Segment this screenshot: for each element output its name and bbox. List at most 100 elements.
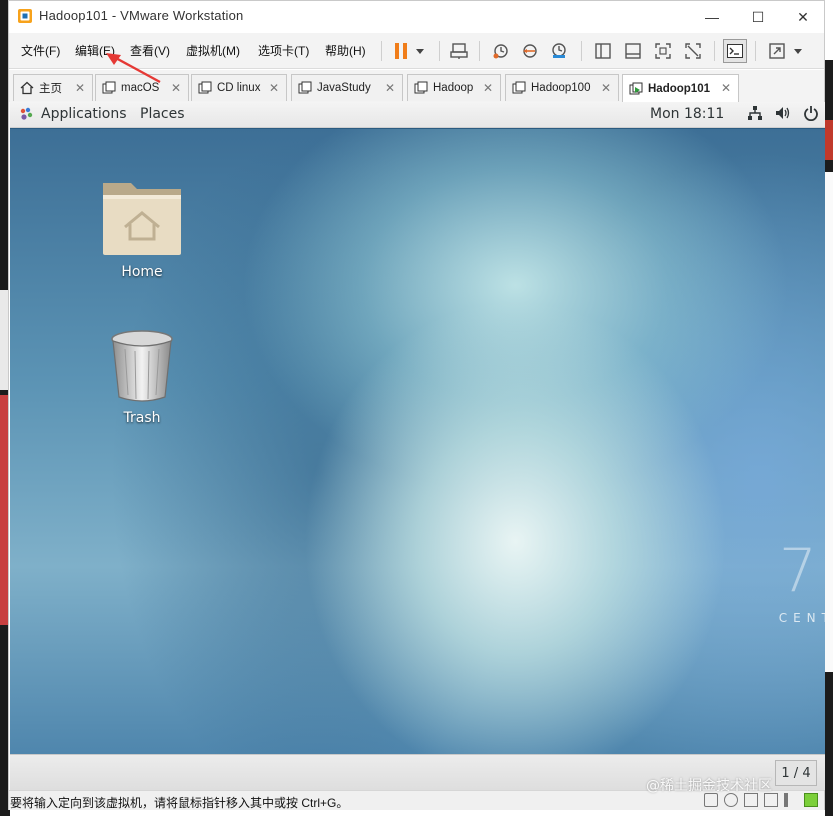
- places-menu[interactable]: Places: [140, 106, 185, 122]
- watermark: @稀土掘金技术社区: [646, 778, 772, 794]
- vmware-logo-icon: [18, 9, 32, 23]
- toolbar-separator: [581, 41, 582, 61]
- stretch-guest-button[interactable]: [765, 39, 789, 63]
- close-tab-icon[interactable]: ✕: [171, 81, 181, 95]
- system-status-area[interactable]: [747, 105, 819, 121]
- title-bar[interactable]: Hadoop101 - VMware Workstation — ☐ ✕: [9, 1, 824, 33]
- unity-button[interactable]: [681, 39, 705, 63]
- vm-icon: [512, 81, 526, 94]
- pause-icon: [395, 43, 407, 59]
- tab-label: Hadoop101: [648, 82, 710, 95]
- thumbnail-icon: [625, 43, 641, 59]
- centos-wordmark: CENT: [778, 611, 825, 625]
- usb-icon[interactable]: [764, 793, 778, 807]
- hard-disk-icon[interactable]: [704, 793, 718, 807]
- background-right-edge: [825, 60, 833, 816]
- background-window-fragment: [825, 120, 833, 160]
- send-ctrl-alt-del-button[interactable]: [447, 39, 471, 63]
- minimize-icon: —: [705, 9, 719, 25]
- vmware-window: Hadoop101 - VMware Workstation — ☐ ✕ 文件(…: [8, 0, 825, 810]
- centos-version-numeral: 7: [778, 536, 817, 606]
- home-icon: [20, 81, 34, 95]
- tab-home[interactable]: 主页 ✕: [13, 74, 93, 101]
- stretch-dropdown-button[interactable]: [791, 39, 805, 63]
- library-icon: [595, 43, 611, 59]
- workspace-indicator[interactable]: 1 / 4: [775, 760, 817, 786]
- menu-tabs[interactable]: 选项卡(T): [258, 42, 309, 59]
- pause-button[interactable]: [389, 39, 413, 63]
- applications-menu[interactable]: Applications: [18, 106, 127, 122]
- volume-icon: [776, 107, 790, 119]
- sound-icon[interactable]: [784, 793, 798, 807]
- tab-hadoop[interactable]: Hadoop ✕: [407, 74, 501, 101]
- fullscreen-button[interactable]: [651, 39, 675, 63]
- close-tab-icon[interactable]: ✕: [385, 81, 395, 95]
- unity-icon: [685, 43, 701, 59]
- vm-icon: [298, 81, 312, 94]
- desktop-icon-label: Home: [121, 264, 163, 280]
- vm-display[interactable]: Applications Places Mon 18:11 Home Trash…: [10, 102, 825, 754]
- take-snapshot-button[interactable]: [489, 39, 513, 63]
- close-tab-icon[interactable]: ✕: [721, 81, 731, 95]
- applications-label: Applications: [41, 106, 127, 122]
- revert-snapshot-button[interactable]: [518, 39, 542, 63]
- vm-icon: [198, 81, 212, 94]
- tab-hadoop100[interactable]: Hadoop100 ✕: [505, 74, 619, 101]
- tab-javastudy[interactable]: JavaStudy ✕: [291, 74, 403, 101]
- maximize-button[interactable]: ☐: [735, 1, 781, 33]
- show-library-button[interactable]: [591, 39, 615, 63]
- gnome-top-bar: Applications Places Mon 18:11: [10, 102, 825, 128]
- snapshot-icon: [493, 44, 508, 59]
- tab-hadoop101[interactable]: Hadoop101 ✕: [622, 74, 739, 102]
- toolbar-separator: [755, 41, 756, 61]
- desktop-icon-trash[interactable]: Trash: [87, 329, 197, 426]
- tab-label: JavaStudy: [317, 82, 371, 94]
- desktop-icon-home[interactable]: Home: [87, 175, 197, 280]
- message-icon[interactable]: [804, 793, 818, 807]
- close-tab-icon[interactable]: ✕: [483, 81, 493, 95]
- clock[interactable]: Mon 18:11: [650, 106, 724, 122]
- network-icon: [748, 106, 762, 120]
- close-tab-icon[interactable]: ✕: [75, 81, 85, 95]
- tab-label: Hadoop: [433, 82, 474, 94]
- dropdown-icon: [416, 48, 424, 54]
- toolbar-separator: [381, 41, 382, 61]
- trash-icon: [111, 330, 173, 402]
- desktop[interactable]: Home Trash 7 CENT: [10, 129, 825, 754]
- network-adapter-icon[interactable]: [744, 793, 758, 807]
- revert-snapshot-icon: [523, 44, 537, 58]
- thumbnail-bar-button[interactable]: [621, 39, 645, 63]
- power-dropdown-button[interactable]: [412, 39, 428, 63]
- snapshot-manager-icon: [552, 43, 566, 58]
- cd-drive-icon[interactable]: [724, 793, 738, 807]
- send-ctrl-alt-del-icon: [450, 43, 468, 59]
- console-view-button[interactable]: [723, 39, 747, 63]
- close-tab-icon[interactable]: ✕: [269, 81, 279, 95]
- annotation-arrow-icon: [106, 53, 161, 84]
- vm-icon: [414, 81, 428, 94]
- desktop-icon-label: Trash: [123, 410, 161, 426]
- tab-label: 主页: [39, 83, 62, 95]
- minimize-button[interactable]: —: [689, 1, 735, 33]
- menu-file[interactable]: 文件(F): [21, 42, 60, 59]
- close-button[interactable]: ✕: [780, 1, 826, 33]
- menu-vm[interactable]: 虚拟机(M): [186, 42, 240, 59]
- toolbar-separator: [714, 41, 715, 61]
- menu-help[interactable]: 帮助(H): [325, 42, 366, 59]
- dropdown-icon: [794, 48, 802, 54]
- console-icon: [727, 44, 743, 58]
- close-tab-icon[interactable]: ✕: [601, 81, 611, 95]
- toolbar-separator: [439, 41, 440, 61]
- home-folder-icon: [103, 183, 181, 255]
- stretch-icon: [769, 43, 785, 59]
- status-message: 要将输入定向到该虚拟机，请将鼠标指针移入其中或按 Ctrl+G。: [10, 796, 349, 810]
- background-window-fragment: [825, 172, 833, 672]
- gnome-foot-icon: [20, 107, 33, 120]
- tab-label: CD linux: [217, 82, 261, 94]
- tab-cd-linux[interactable]: CD linux ✕: [191, 74, 287, 101]
- snapshot-manager-button[interactable]: [547, 39, 571, 63]
- maximize-icon: ☐: [751, 8, 765, 25]
- device-status-icons: [704, 793, 818, 807]
- toolbar-separator: [479, 41, 480, 61]
- close-icon: ✕: [797, 8, 809, 25]
